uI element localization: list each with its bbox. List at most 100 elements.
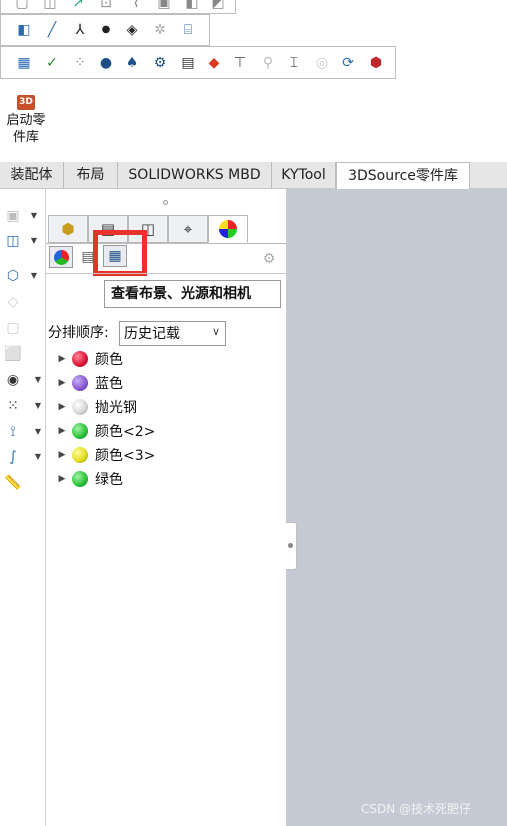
expand-arrow-icon[interactable]: ▶ (52, 426, 72, 436)
tree-item-label: 颜色<2> (95, 424, 156, 440)
toolbar-icon-6[interactable]: ▣ (153, 0, 175, 14)
watermark: CSDN @技术死肥仔 (361, 802, 472, 816)
tree-item[interactable]: ▶ 抛光钢 (52, 395, 137, 419)
mate-icon[interactable]: ⬡ (2, 265, 24, 287)
expand-arrow-icon[interactable]: ▶ (52, 354, 72, 364)
appearances-view-button[interactable] (49, 246, 73, 268)
tab-3dsource-parts[interactable]: 3DSource零件库 (336, 162, 470, 190)
component-icon[interactable]: ▣ (2, 205, 24, 227)
chevron-down-icon: ∨ (211, 325, 220, 338)
disabled-part-icon: ◇ (7, 294, 19, 310)
expand-arrow-icon[interactable]: ▶ (52, 450, 72, 460)
gear-placeholder-icon[interactable]: ✲ (149, 19, 171, 41)
toolbox-icon[interactable]: ▦ (13, 52, 35, 74)
resize-grip-icon (288, 543, 293, 548)
sort-order-value: 历史记载 (124, 326, 180, 342)
tab-assembly[interactable]: 装配体 (0, 162, 64, 189)
tree-item[interactable]: ▶ 颜色<2> (52, 419, 155, 443)
sort-label: 分排顺序: (48, 325, 109, 341)
document-icon[interactable]: ▤ (177, 52, 199, 74)
toolbar-icon-4[interactable]: ⊡ (95, 0, 117, 14)
expand-arrow-icon[interactable]: ▶ (52, 378, 72, 388)
refresh-icon[interactable]: ⟳ (337, 52, 359, 74)
panel-resize-handle[interactable] (285, 522, 297, 570)
tab-dimxpert-manager[interactable]: ⌖ (168, 215, 208, 243)
disabled-block-icon: ⬜ (4, 346, 22, 362)
tree-item[interactable]: ▶ 颜色<3> (52, 443, 155, 467)
pattern-icon[interactable]: ⁙ (2, 395, 24, 417)
sphere-render-icon[interactable]: ● (95, 52, 117, 74)
graphics-area[interactable] (286, 189, 507, 826)
disabled-eye-icon: ◎ (315, 55, 329, 71)
settings-icon[interactable]: ⚙ (149, 52, 171, 74)
coordinate-system-icon[interactable]: ⅄ (69, 19, 91, 41)
measure-box-icon[interactable]: ⌶ (283, 52, 305, 74)
toolbar-icon-2[interactable]: ◫ (39, 0, 61, 14)
panel-top-grip-icon (163, 200, 168, 205)
toolbar-icon-5[interactable]: ⌇ (125, 0, 147, 14)
toolbar-icon-1[interactable]: ▢ (11, 0, 33, 14)
appearance-ball-icon (53, 249, 69, 265)
left-vertical-toolbar: ▣ ▼ ◫ ▼ ⬡ ▼ ◇ ▢ ⬜ ◉ ▼ ⁙ ▼ ⟟ ▼ ∫ ▼ 📏 (0, 189, 46, 826)
smart-fastener-icon[interactable]: ⁘ (69, 52, 91, 74)
3d-launch-icon: 3D (17, 95, 35, 110)
weld-icon[interactable]: ♠ (121, 52, 143, 74)
tab-kytool[interactable]: KYTool (272, 162, 336, 189)
panel-divider (46, 243, 286, 244)
explode-view-icon[interactable]: ◉ (2, 369, 24, 391)
tree-item[interactable]: ▶ 绿色 (52, 467, 123, 491)
axis-line-icon[interactable]: ╱ (41, 19, 63, 41)
measure-ruler-icon[interactable]: 📏 (2, 472, 24, 494)
toolbar-icon-3[interactable]: ↗ (67, 0, 89, 14)
dropdown-arrow-icon[interactable]: ▼ (32, 446, 44, 468)
3dsource-logo-icon[interactable]: ⬢ (365, 52, 387, 74)
color-cube-icon[interactable]: ◆ (203, 52, 225, 74)
toolbar-icon-8[interactable]: ◩ (207, 0, 229, 14)
panel-divider-2 (46, 273, 286, 274)
hammer-icon[interactable]: ⊤ (229, 52, 251, 74)
toolbar-row-1: ▢ ◫ ↗ ⊡ ⌇ ▣ ◧ ◩ (0, 0, 236, 14)
launch-parts-library-button[interactable]: 3D 启动零 件库 (2, 93, 50, 153)
appearance-swatch-icon (72, 471, 88, 487)
cylinder-icon[interactable]: ⌸ (177, 19, 199, 41)
tree-item-label: 颜色 (95, 352, 123, 368)
check-tool-icon[interactable]: ✓ (41, 52, 63, 74)
tree-item-label: 蓝色 (95, 376, 123, 392)
tab-display-manager[interactable] (208, 215, 248, 243)
launch-button-label: 启动零 件库 (6, 113, 46, 145)
expand-arrow-icon[interactable]: ▶ (52, 474, 72, 484)
point-icon[interactable]: ● (95, 19, 117, 41)
tab-solidworks-mbd[interactable]: SOLIDWORKS MBD (118, 162, 272, 189)
display-manager-icon (219, 220, 237, 238)
dropdown-arrow-icon[interactable]: ▼ (32, 395, 44, 417)
dropdown-arrow-icon[interactable]: ▼ (28, 205, 40, 227)
dropdown-arrow-icon[interactable]: ▼ (28, 265, 40, 287)
appearance-swatch-icon (72, 351, 88, 367)
tree-item-label: 抛光钢 (95, 400, 137, 416)
tree-item[interactable]: ▶ 蓝色 (52, 371, 123, 395)
disabled-tool-icon: ⚲ (262, 55, 274, 71)
toolbar-icon-7[interactable]: ◧ (181, 0, 203, 14)
toolbar-row-2: ◧ ╱ ⅄ ● ◈ ✲ ⌸ (0, 14, 210, 46)
plane-icon[interactable]: ◧ (13, 19, 35, 41)
hide-show-icon[interactable]: ⚙ (258, 248, 280, 270)
center-of-mass-icon[interactable]: ◈ (121, 19, 143, 41)
dropdown-arrow-icon[interactable]: ▼ (28, 230, 40, 252)
appearance-swatch-icon (72, 399, 88, 415)
scene-lights-cameras-button[interactable]: ▦ (103, 245, 127, 267)
tree-item-label: 颜色<3> (95, 448, 156, 464)
insert-component-icon[interactable]: ◫ (2, 230, 24, 252)
tab-layout[interactable]: 布局 (64, 162, 118, 189)
command-manager-tabs: 装配体 布局 SOLIDWORKS MBD KYTool 3DSource零件库 (0, 162, 507, 190)
dropdown-arrow-icon[interactable]: ▼ (32, 369, 44, 391)
sort-order-select[interactable]: 历史记载 ∨ (119, 321, 226, 346)
appearance-swatch-icon (72, 447, 88, 463)
tab-feature-manager[interactable]: ⬢ (48, 215, 88, 243)
appearance-swatch-icon (72, 423, 88, 439)
dropdown-arrow-icon[interactable]: ▼ (32, 421, 44, 443)
reference-geometry-icon[interactable]: ⟟ (2, 421, 24, 443)
expand-arrow-icon[interactable]: ▶ (52, 402, 72, 412)
curve-icon[interactable]: ∫ (2, 446, 24, 468)
appearance-swatch-icon (72, 375, 88, 391)
tree-item[interactable]: ▶ 颜色 (52, 347, 123, 371)
